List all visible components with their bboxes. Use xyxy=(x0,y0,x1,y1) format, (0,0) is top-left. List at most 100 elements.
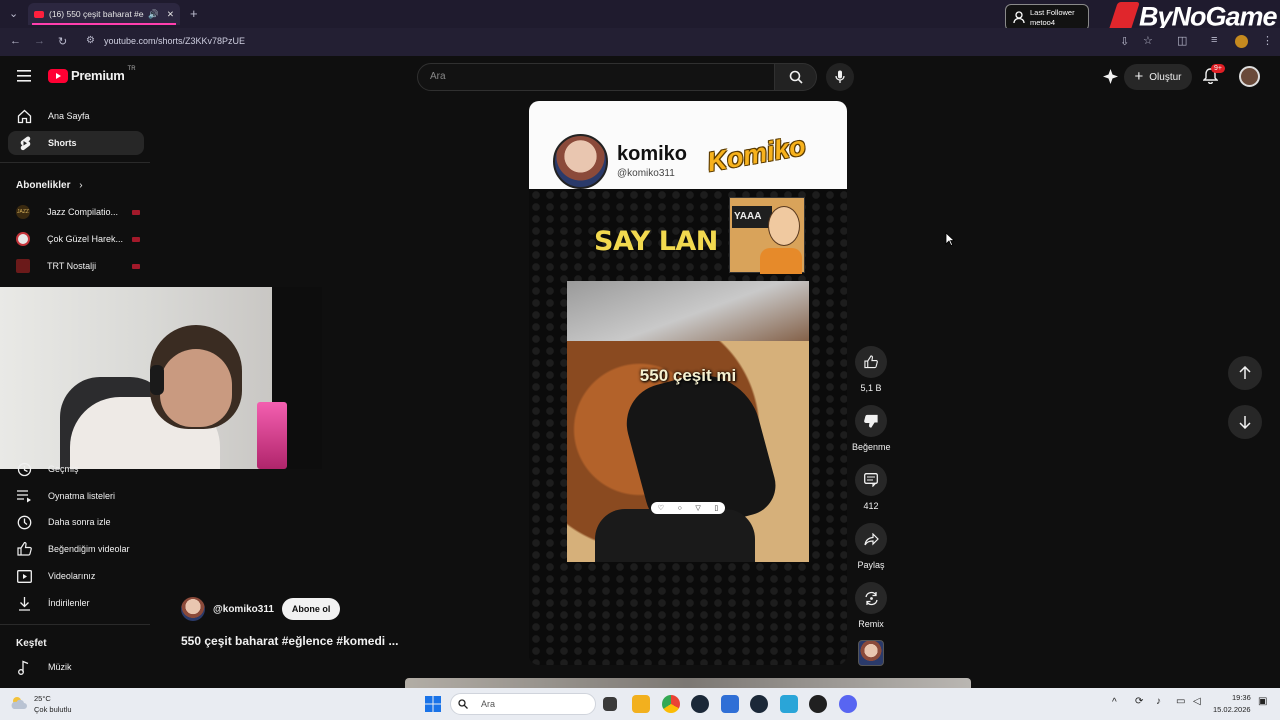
menu-dots-icon[interactable]: ⋮ xyxy=(1262,34,1273,47)
channel-link[interactable]: @komiko311 xyxy=(213,604,274,615)
weather-cloud-icon[interactable] xyxy=(10,694,28,712)
chrome-icon[interactable] xyxy=(662,695,680,713)
subscription-item[interactable]: TRT Nostalji xyxy=(16,257,140,275)
steam-icon[interactable] xyxy=(691,695,709,713)
cartoon-sign-image: YAAA xyxy=(729,197,805,274)
send-icon: ▽ xyxy=(695,505,701,512)
account-avatar[interactable] xyxy=(1239,66,1260,87)
ask-sparkle-icon[interactable] xyxy=(1103,69,1118,84)
shorts-video-player[interactable]: komiko @komiko311 Komiko SAY LAN YAAA 55… xyxy=(529,101,847,665)
tray-mic-icon[interactable]: ♪ xyxy=(1156,696,1161,707)
task-view-icon[interactable] xyxy=(603,697,617,711)
sidebar-item-playlists[interactable]: Oynatma listeleri xyxy=(8,484,144,508)
media-icon[interactable]: ≡ xyxy=(1211,34,1217,46)
sidebar-item-history[interactable]: Geçmiş xyxy=(8,458,144,480)
new-tab-icon[interactable]: + xyxy=(190,6,198,21)
next-short-button[interactable] xyxy=(1228,405,1262,439)
steam-alt-icon[interactable] xyxy=(750,695,768,713)
reload-icon[interactable]: ↻ xyxy=(58,35,67,48)
clock-time[interactable]: 19:36 xyxy=(1232,693,1251,702)
create-button[interactable]: + Oluştur xyxy=(1124,64,1192,90)
microphone-light xyxy=(257,402,287,469)
sidebar-item-watch-later[interactable]: Daha sonra izle xyxy=(8,510,144,534)
search-input[interactable]: Ara xyxy=(417,63,775,91)
channel-avatar[interactable] xyxy=(181,597,205,621)
thumbs-down-icon xyxy=(864,414,878,428)
headphones xyxy=(150,365,164,395)
taskbar-search-input[interactable]: Ara xyxy=(450,693,596,715)
bookmark-star-icon[interactable]: ☆ xyxy=(1143,34,1153,47)
back-icon[interactable]: ← xyxy=(10,35,21,47)
install-icon[interactable]: ⇩ xyxy=(1120,35,1129,48)
komiko-logo: Komiko xyxy=(705,130,808,178)
extensions-icon[interactable]: ◫ xyxy=(1177,34,1187,47)
tab-list-icon[interactable]: ⌄ xyxy=(9,7,18,20)
sidebar-item-downloads[interactable]: İndirilenler xyxy=(8,591,144,615)
subscription-item[interactable]: JAZZ Jazz Compilatio... xyxy=(16,203,140,221)
arrow-up-icon xyxy=(1239,366,1251,379)
last-follower-overlay: Last Follower metoo4 xyxy=(1005,4,1089,31)
comment-count: 412 xyxy=(863,501,879,511)
browser-tab[interactable]: (16) 550 çeşit baharat #eğle 🔊 ✕ xyxy=(28,3,180,25)
arrow-down-icon xyxy=(1239,416,1251,429)
follower-title: Last Follower xyxy=(1030,8,1075,17)
channel-handle: @komiko311 xyxy=(617,168,675,179)
file-explorer-icon[interactable] xyxy=(632,695,650,713)
discord-icon[interactable] xyxy=(839,695,857,713)
sidebar-item-shorts[interactable]: Shorts xyxy=(8,131,144,155)
microphone-icon xyxy=(835,70,845,83)
subscription-item[interactable]: Çok Güzel Harek... xyxy=(16,230,140,248)
subscriptions-title[interactable]: Abonelikler › xyxy=(16,180,83,191)
search-icon xyxy=(789,70,803,84)
webcam-overlay xyxy=(0,287,322,469)
sidebar-item-music[interactable]: Müzik xyxy=(8,655,144,679)
notifications-button[interactable]: 9+ xyxy=(1202,64,1225,86)
taskbar-search-icon xyxy=(458,699,468,709)
dislike-button[interactable]: Beğenme xyxy=(852,405,891,452)
share-button[interactable]: Paylaş xyxy=(852,523,890,570)
forward-icon[interactable]: → xyxy=(34,35,45,47)
sidebar-divider xyxy=(0,624,150,625)
sidebar-item-liked-videos[interactable]: Beğendiğim videolar xyxy=(8,537,144,561)
notepad-icon[interactable] xyxy=(780,695,798,713)
channel-avatar xyxy=(16,232,30,246)
site-info-icon[interactable]: ⚙ xyxy=(86,35,95,46)
profile-avatar[interactable] xyxy=(1235,35,1248,48)
remix-label: Remix xyxy=(858,619,884,629)
notification-center-icon[interactable]: ▣ xyxy=(1258,696,1267,707)
sound-source-thumbnail[interactable] xyxy=(858,640,884,666)
mouse-cursor-icon xyxy=(945,232,955,246)
gloved-hand-lower xyxy=(595,509,755,562)
url-field[interactable]: youtube.com/shorts/Z3KKv78PzUE xyxy=(104,36,245,46)
video-title[interactable]: 550 çeşit baharat #eğlence #komedi ... xyxy=(181,634,398,648)
live-indicator-icon xyxy=(132,236,140,242)
video-header-banner: komiko @komiko311 Komiko xyxy=(529,101,847,189)
weather-desc: Çok bulutlu xyxy=(34,705,72,714)
voice-search-button[interactable] xyxy=(826,63,854,91)
previous-short-button[interactable] xyxy=(1228,356,1262,390)
windows-start-icon[interactable] xyxy=(425,696,441,712)
youtube-logo[interactable]: Premium TR xyxy=(48,66,136,83)
search-button[interactable] xyxy=(775,63,817,91)
chevron-right-icon: › xyxy=(79,180,83,191)
cartoon-face xyxy=(768,206,800,246)
subscribe-button[interactable]: Abone ol xyxy=(281,598,341,620)
tray-chevron-icon[interactable]: ^ xyxy=(1112,697,1117,708)
like-button[interactable]: 5,1 B xyxy=(852,346,890,393)
tab-close-icon[interactable]: ✕ xyxy=(167,9,174,20)
clock-date[interactable]: 15.02.2026 xyxy=(1213,705,1251,714)
food-video-frame: 550 çeşit mi ♡ ○ ▽ ▯ xyxy=(567,281,809,562)
sidebar-item-home[interactable]: Ana Sayfa xyxy=(8,104,144,128)
app-icon[interactable] xyxy=(721,695,739,713)
tray-volume-icon[interactable]: ◁ xyxy=(1193,696,1201,707)
video-caption: 550 çeşit mi xyxy=(639,366,737,385)
tray-sync-icon[interactable]: ⟳ xyxy=(1135,696,1143,707)
comments-button[interactable]: 412 xyxy=(852,464,890,511)
video-channel-row: @komiko311 Abone ol xyxy=(181,597,341,621)
sidebar-item-your-videos[interactable]: Videolarınız xyxy=(8,564,144,588)
hamburger-menu-icon[interactable] xyxy=(17,70,31,82)
tab-audio-icon[interactable]: 🔊 xyxy=(148,9,159,20)
obs-icon[interactable] xyxy=(809,695,827,713)
tray-network-icon[interactable]: ▭ xyxy=(1176,696,1185,707)
remix-button[interactable]: Remix xyxy=(852,582,890,629)
